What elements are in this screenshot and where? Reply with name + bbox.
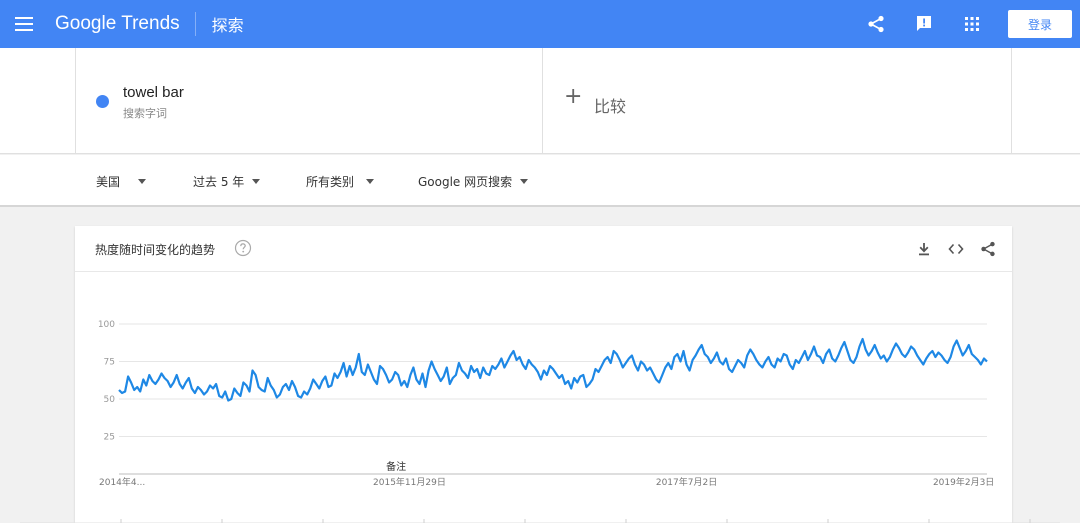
property-filter-label: Google 网页搜索 (418, 175, 513, 189)
feedback-icon (917, 16, 931, 31)
time-filter[interactable]: 过去 5 年 (193, 173, 261, 190)
login-button[interactable]: 登录 (1008, 10, 1072, 38)
region-filter-label: 美国 (96, 175, 121, 189)
topbar-actions: 登录 (852, 0, 1080, 48)
x-tick-label: 2015年11月29日 (373, 476, 446, 488)
search-term-card[interactable]: towel bar 搜索字词 (75, 48, 543, 154)
term-type: 搜索字词 (123, 107, 167, 120)
google-trends-logo[interactable]: Google Trends (55, 13, 180, 35)
share-button[interactable] (852, 0, 900, 48)
series-line-towel-bar[interactable] (118, 337, 988, 402)
menu-button[interactable] (0, 0, 48, 48)
chevron-down-icon (520, 179, 529, 184)
chevron-down-icon (252, 179, 261, 184)
interest-over-time-card: 热度随时间变化的趋势 25 50 75 100 2014年4... 2015年1… (75, 226, 1012, 523)
trend-line-chart[interactable]: 25 50 75 100 2014年4... 2015年11月29日 2017年7月2日 20… (75, 226, 1012, 523)
region-filter[interactable]: 美国 (96, 173, 147, 190)
time-filter-label: 过去 5 年 (193, 175, 245, 189)
y-tick-label: 25 (104, 433, 115, 443)
x-tick-label: 2019年2月3日 (933, 476, 994, 488)
menu-icon (15, 17, 33, 31)
y-tick-label: 100 (98, 320, 115, 330)
share-icon (868, 15, 884, 33)
category-filter-label: 所有类别 (306, 175, 355, 189)
chevron-down-icon (366, 179, 375, 184)
y-tick-label: 50 (104, 395, 116, 405)
chevron-down-icon (138, 179, 147, 184)
chart-note-label[interactable]: 备注 (386, 460, 406, 473)
apps-icon (965, 17, 979, 31)
term-color-dot (96, 95, 109, 108)
feedback-button[interactable] (900, 0, 948, 48)
logo-divider (194, 12, 196, 36)
timeline-ticks (20, 519, 1060, 523)
page-title: 探索 (211, 16, 244, 35)
y-tick-label: 75 (104, 358, 115, 368)
apps-button[interactable] (948, 0, 996, 48)
plus-icon: + (564, 84, 583, 109)
filter-bar: 美国 过去 5 年 所有类别 Google 网页搜索 (0, 155, 1080, 207)
top-app-bar: Google Trends 探索 登录 (0, 0, 1080, 48)
term-name: towel bar (123, 84, 184, 101)
compare-label: 比较 (594, 97, 627, 116)
x-tick-label: 2014年4... (99, 476, 145, 488)
x-tick-label: 2017年7月2日 (656, 476, 717, 488)
property-filter[interactable]: Google 网页搜索 (418, 173, 529, 190)
search-terms-panel: towel bar 搜索字词 + 比较 (0, 48, 1080, 154)
category-filter[interactable]: 所有类别 (306, 173, 375, 190)
compare-button[interactable]: + 比较 (543, 48, 1012, 154)
